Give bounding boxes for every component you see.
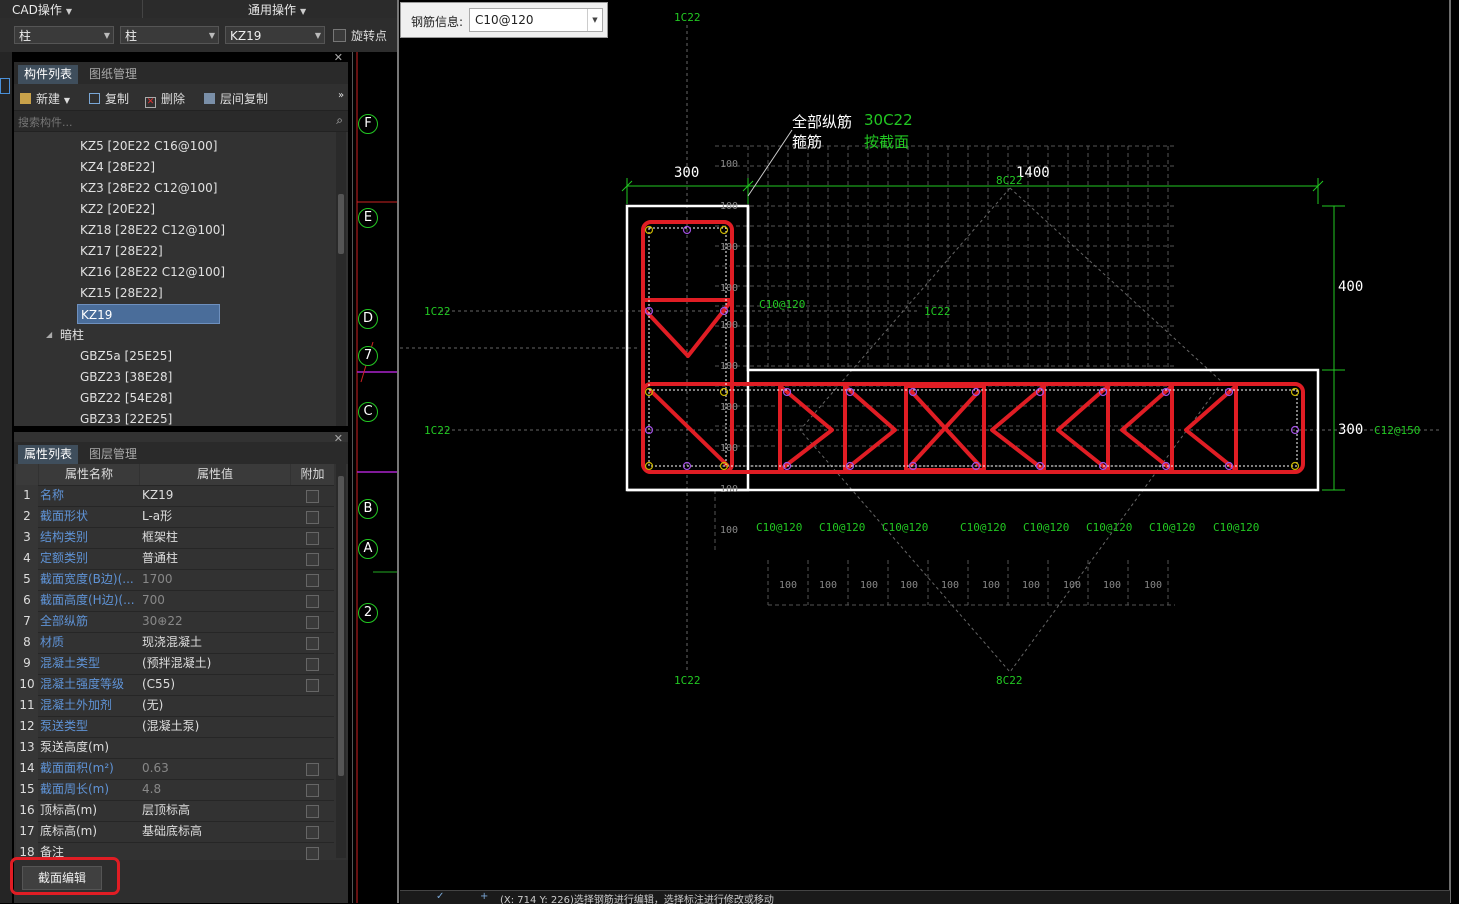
rebar-label-left-1[interactable]: 1C22 [424, 305, 451, 318]
grid-dimension-label: 100 [941, 580, 960, 591]
grid-dimension-label: 100 [1063, 580, 1082, 591]
stirrup-label[interactable]: C10@120 [882, 521, 928, 534]
grid-dimension-label: 100 [720, 283, 739, 294]
grid-dimension-label: 100 [720, 320, 739, 331]
grid-dimension-label: 100 [720, 484, 739, 495]
grid-dimension-label: 100 [720, 242, 739, 253]
stirrup-label[interactable]: C10@120 [1086, 521, 1132, 534]
dimension-grid [714, 145, 1175, 606]
dim-300-top[interactable]: 300 [674, 165, 699, 181]
grid-dimension-label: 100 [720, 402, 739, 413]
stirrup-label[interactable]: C10@120 [1023, 521, 1069, 534]
all-rebar-label: 全部纵筋 [792, 113, 853, 131]
grid-dimension-label: 100 [900, 580, 919, 591]
rebar-label-left-2[interactable]: 1C22 [424, 424, 451, 437]
construction-lines [400, 25, 1440, 673]
rebar-label-8c22-bottom[interactable]: 8C22 [996, 674, 1023, 687]
grid-dimension-label: 100 [720, 159, 739, 170]
grid-dimension-label: 100 [720, 361, 739, 372]
stirrup-label-right[interactable]: C12@150 [1374, 424, 1420, 437]
rebar-cage [641, 220, 1305, 474]
stirrup-label: 箍筋 [792, 133, 823, 151]
add-icon[interactable]: + [480, 891, 488, 902]
dim-300-right[interactable]: 300 [1338, 422, 1363, 438]
status-icon[interactable]: ✓ [436, 891, 444, 902]
grid-dimension-label: 100 [1022, 580, 1041, 591]
grid-dimension-label: 100 [720, 525, 739, 536]
grid-dimension-label: 100 [819, 580, 838, 591]
grid-dimension-label: 100 [779, 580, 798, 591]
stirrup-label[interactable]: C10@120 [1213, 521, 1259, 534]
grid-dimension-label: 100 [720, 201, 739, 212]
status-bar: ✓ + (X: 714 Y: 226)选择钢筋进行编辑，选择标注进行修改或移动 [400, 890, 1450, 904]
rebar-label-mid[interactable]: 1C22 [924, 305, 951, 318]
dim-400[interactable]: 400 [1338, 279, 1363, 295]
stirrup-label-top[interactable]: C10@120 [759, 298, 805, 311]
rebar-label-bottom[interactable]: 1C22 [674, 674, 701, 687]
all-rebar-value[interactable]: 30C22 [864, 111, 913, 129]
stirrup-label[interactable]: C10@120 [1149, 521, 1195, 534]
rebar-label-top[interactable]: 1C22 [674, 11, 701, 24]
rebar-point[interactable] [719, 225, 729, 235]
rebar-label-8c22-top[interactable]: 8C22 [996, 174, 1023, 187]
stirrup-value[interactable]: 按截面 [864, 131, 909, 152]
grid-dimension-label: 100 [860, 580, 879, 591]
stirrup-label[interactable]: C10@120 [960, 521, 1006, 534]
stirrup-label[interactable]: C10@120 [756, 521, 802, 534]
status-text: (X: 714 Y: 226)选择钢筋进行编辑，选择标注进行修改或移动 [500, 895, 774, 904]
grid-dimension-label: 100 [982, 580, 1001, 591]
grid-dimension-label: 100 [720, 443, 739, 454]
longitudinal-bars [644, 225, 1300, 471]
grid-dimension-label: 100 [1103, 580, 1122, 591]
grid-dimension-label: 100 [1144, 580, 1163, 591]
stirrup-label[interactable]: C10@120 [819, 521, 865, 534]
